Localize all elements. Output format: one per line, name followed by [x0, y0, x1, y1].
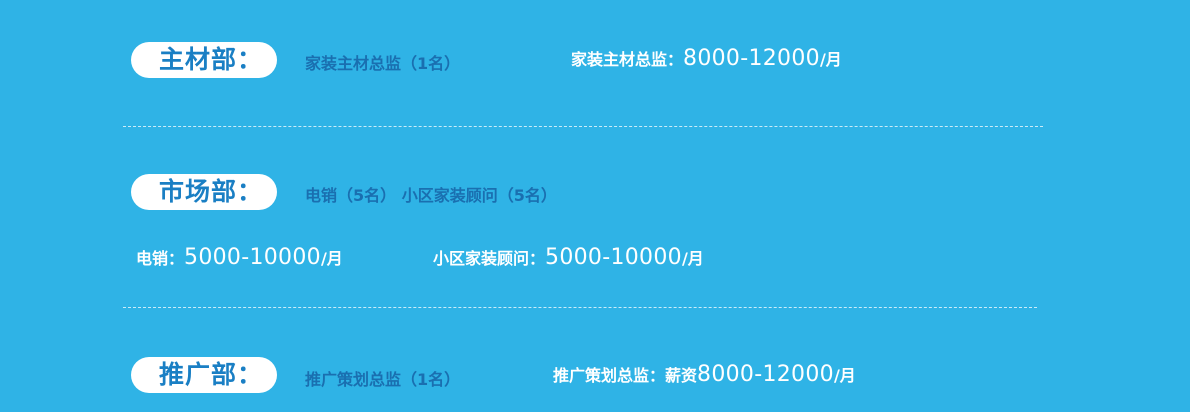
salary-amount: 8000-12000 [683, 46, 820, 71]
section-divider-2 [123, 307, 1037, 308]
salary-unit: /月 [320, 249, 343, 268]
salary-amount: 5000-10000 [184, 245, 321, 270]
dept-desc-tuiguang: 推广策划总监（1名） [305, 370, 461, 389]
salary-label: 小区家装顾问： [433, 249, 546, 268]
salary-unit: /月 [833, 366, 856, 385]
salary-label: 家装主材总监： [571, 50, 684, 69]
salary-amount: 8000-12000 [697, 362, 834, 387]
salary-telesales: 电销：5000-10000/月 [136, 245, 343, 270]
salary-zhucai-director: 家装主材总监：8000-12000/月 [571, 46, 842, 71]
dept-label-zhucai: 主材部： [131, 42, 277, 78]
salary-label: 推广策划总监：薪资 [553, 366, 698, 385]
salary-unit: /月 [819, 50, 842, 69]
dept-desc-zhucai: 家装主材总监（1名） [305, 54, 461, 73]
dept-label-tuiguang: 推广部： [131, 357, 277, 393]
salary-amount: 5000-10000 [545, 245, 682, 270]
salary-promotion-director: 推广策划总监：薪资8000-12000/月 [553, 362, 856, 387]
dept-label-shichang: 市场部： [131, 174, 277, 210]
salary-community-consultant: 小区家装顾问：5000-10000/月 [433, 245, 704, 270]
section-divider-1 [123, 126, 1043, 127]
salary-unit: /月 [681, 249, 704, 268]
salary-label: 电销： [136, 249, 185, 268]
dept-desc-shichang: 电销（5名） 小区家装顾问（5名） [305, 186, 557, 205]
